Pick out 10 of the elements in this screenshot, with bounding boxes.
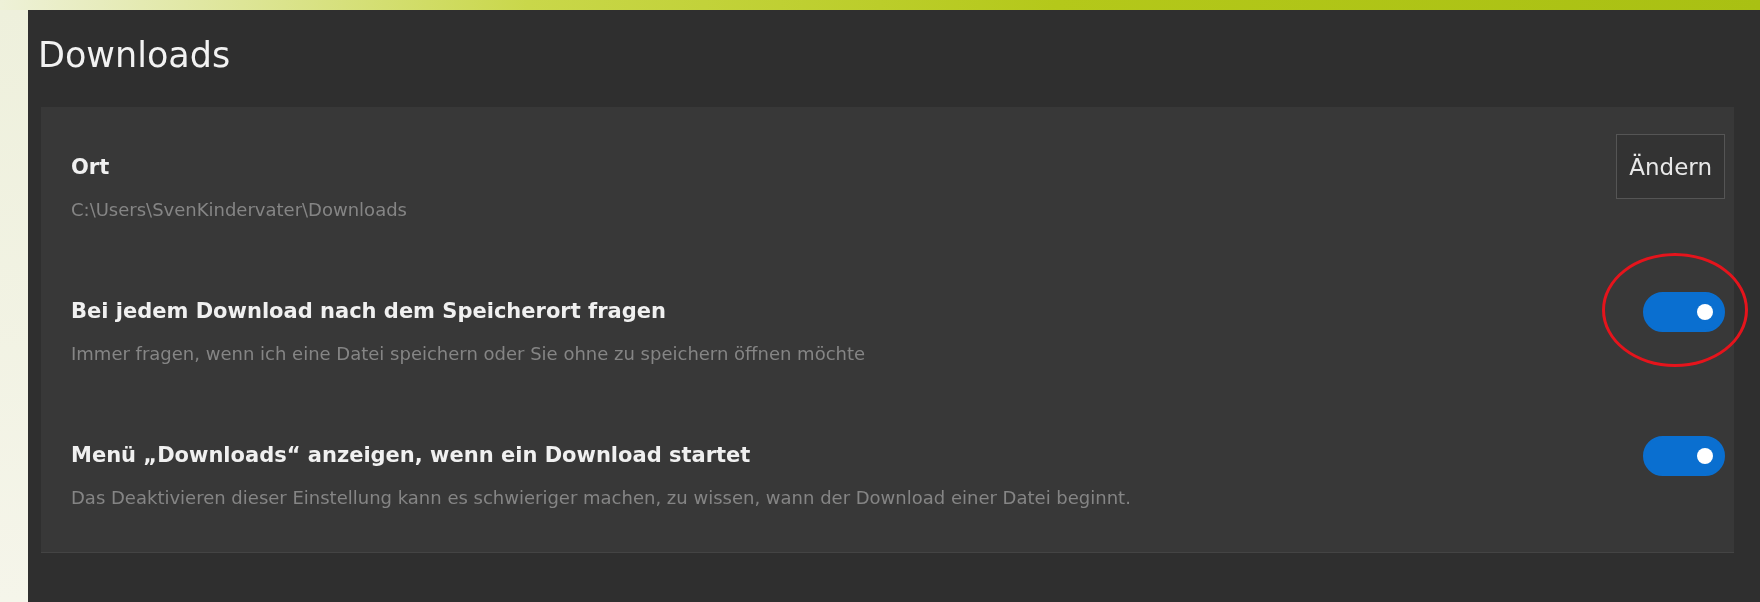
setting-title: Bei jedem Download nach dem Speicherort fragen bbox=[71, 298, 667, 324]
setting-description: C:\Users\SvenKindervater\Downloads bbox=[71, 198, 408, 222]
setting-description: Immer fragen, wenn ich eine Datei speichern oder Sie ohne zu speichern öffnen möchte bbox=[71, 342, 867, 366]
setting-description: Das Deaktivieren dieser Einstellung kann es schwieriger machen, zu wissen, wann der Download einer Datei beginnt. bbox=[71, 486, 1132, 510]
toggle-switch[interactable] bbox=[1643, 436, 1725, 476]
toggle-switch[interactable] bbox=[1643, 292, 1725, 332]
setting-title: Ort bbox=[71, 154, 111, 180]
change-button[interactable]: Ändern bbox=[1616, 134, 1725, 199]
section-heading: Downloads bbox=[38, 34, 232, 77]
setting-title: Menü „Downloads“ anzeigen, wenn ein Download startet bbox=[71, 442, 752, 468]
